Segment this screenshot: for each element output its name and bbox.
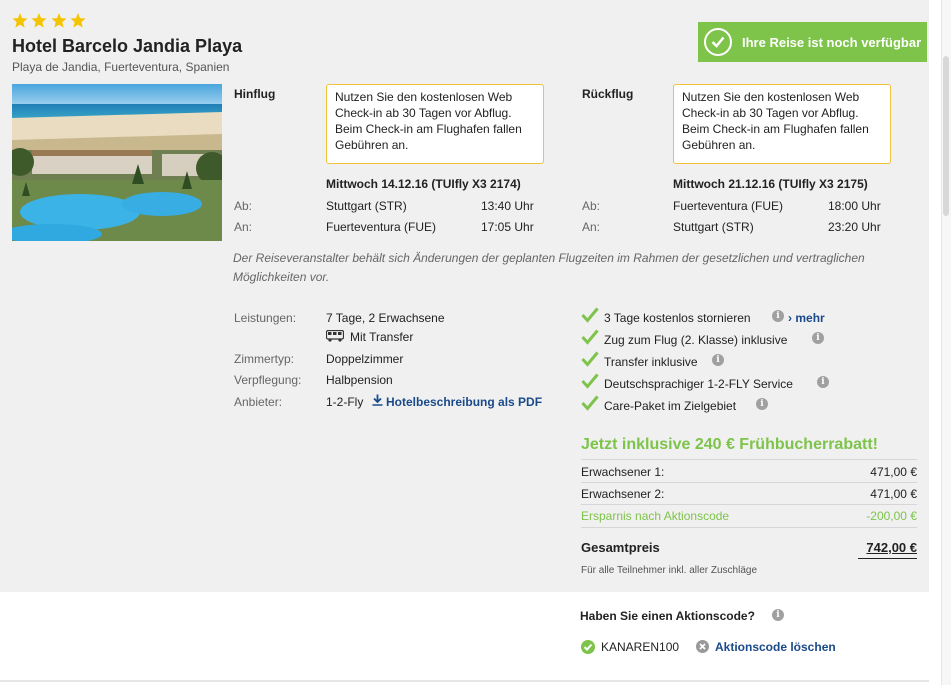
hotel-location: Playa de Jandia, Fuerteventura, Spanien: [12, 60, 230, 74]
info-icon[interactable]: i: [772, 609, 784, 621]
board-label: Verpflegung:: [234, 373, 302, 387]
outbound-from-airport: Stuttgart (STR): [326, 199, 407, 213]
feature-care-package: Care-Paket im Zielgebiet: [604, 399, 737, 413]
outbound-checkin-notice: Nutzen Sie den kostenlosen Web Check-in …: [326, 84, 544, 164]
close-icon[interactable]: [696, 640, 709, 653]
room-label: Zimmertyp:: [234, 352, 294, 366]
adult1-price: 471,00 €: [870, 465, 917, 479]
price-divider: [581, 504, 917, 505]
adult2-label: Erwachsener 2:: [581, 487, 665, 501]
total-label: Gesamtpreis: [581, 540, 660, 555]
outbound-date-flight: Mittwoch 14.12.16 (TUIfly X3 2174): [326, 177, 521, 191]
provider-label: Anbieter:: [234, 395, 283, 409]
feature-german-service: Deutschsprachiger 1-2-FLY Service: [604, 377, 793, 391]
checkmark-icon: [581, 351, 599, 367]
outbound-heading: Hinflug: [234, 87, 276, 101]
return-to-label: An:: [582, 220, 601, 234]
adult2-price: 471,00 €: [870, 487, 917, 501]
hotel-photo[interactable]: [12, 84, 222, 241]
provider-value: 1-2-Fly: [326, 395, 364, 409]
savings-label: Ersparnis nach Aktionscode: [581, 509, 730, 523]
info-icon[interactable]: i: [817, 376, 829, 388]
scrollbar-thumb[interactable]: [943, 56, 949, 216]
price-divider: [581, 527, 917, 528]
star-icon: [70, 13, 86, 28]
early-booking-headline: Jetzt inklusive 240 € Frühbucherrabatt!: [581, 436, 878, 453]
board-value: Halbpension: [326, 373, 393, 387]
applied-promo-code: KANAREN100: [601, 640, 680, 654]
outbound-from-time: 13:40 Uhr: [481, 199, 534, 213]
hotel-rating-stars: [12, 13, 86, 31]
info-icon[interactable]: i: [712, 354, 724, 366]
total-note: Für alle Teilnehmer inkl. aller Zuschläg…: [581, 565, 758, 576]
room-value: Doppelzimmer: [326, 352, 404, 366]
availability-badge: Ihre Reise ist noch verfügbar: [698, 22, 927, 62]
checkmark-icon: [581, 395, 599, 411]
return-heading: Rückflug: [582, 87, 634, 101]
star-icon: [31, 13, 47, 28]
hotel-pdf-link[interactable]: Hotelbeschreibung als PDF: [386, 395, 542, 409]
info-icon[interactable]: i: [812, 332, 824, 344]
availability-text: Ihre Reise ist noch verfügbar: [742, 34, 922, 50]
star-icon: [12, 13, 28, 28]
check-circle-icon: [581, 640, 595, 654]
return-date-flight: Mittwoch 21.12.16 (TUIfly X3 2175): [673, 177, 868, 191]
services-label: Leistungen:: [234, 311, 297, 325]
return-from-airport: Fuerteventura (FUE): [673, 199, 784, 213]
feature-free-cancellation: 3 Tage kostenlos stornieren: [604, 311, 751, 325]
return-checkin-notice: Nutzen Sie den kostenlosen Web Check-in …: [673, 84, 891, 164]
more-link[interactable]: › mehr: [788, 311, 825, 325]
check-circle-icon: [704, 28, 732, 56]
download-icon[interactable]: [372, 394, 383, 406]
outbound-from-label: Ab:: [234, 199, 253, 213]
checkmark-icon: [581, 307, 599, 323]
price-divider: [581, 482, 917, 483]
delete-promo-code-link[interactable]: Aktionscode löschen: [715, 640, 836, 654]
adult1-label: Erwachsener 1:: [581, 465, 665, 479]
checkmark-icon: [581, 329, 599, 345]
services-value: 7 Tage, 2 Erwachsene: [326, 311, 445, 325]
info-icon[interactable]: i: [756, 398, 768, 410]
return-from-time: 18:00 Uhr: [828, 199, 881, 213]
outbound-to-airport: Fuerteventura (FUE): [326, 220, 437, 234]
return-from-label: Ab:: [582, 199, 601, 213]
bus-icon: [326, 330, 344, 342]
hotel-name: Hotel Barcelo Jandia Playa: [12, 36, 243, 56]
return-to-time: 23:20 Uhr: [828, 220, 881, 234]
star-icon: [51, 13, 67, 28]
return-to-airport: Stuttgart (STR): [673, 220, 754, 234]
checkmark-icon: [581, 373, 599, 389]
promo-code-question: Haben Sie einen Aktionscode?: [580, 609, 755, 623]
total-price: 742,00 €: [866, 540, 917, 555]
price-divider: [581, 459, 917, 460]
outbound-to-label: An:: [234, 220, 253, 234]
info-icon[interactable]: i: [772, 310, 784, 322]
feature-transfer: Transfer inklusive: [604, 355, 698, 369]
outbound-to-time: 17:05 Uhr: [481, 220, 534, 234]
feature-rail-and-fly: Zug zum Flug (2. Klasse) inklusive: [604, 333, 788, 347]
transfer-text: Mit Transfer: [350, 330, 414, 344]
bottom-divider: [0, 680, 929, 682]
more-link-label: mehr: [795, 311, 825, 325]
savings-value: -200,00 €: [866, 509, 917, 523]
total-double-underline: [858, 558, 917, 559]
flight-time-disclaimer: Der Reiseveranstalter behält sich Änderu…: [233, 251, 865, 284]
